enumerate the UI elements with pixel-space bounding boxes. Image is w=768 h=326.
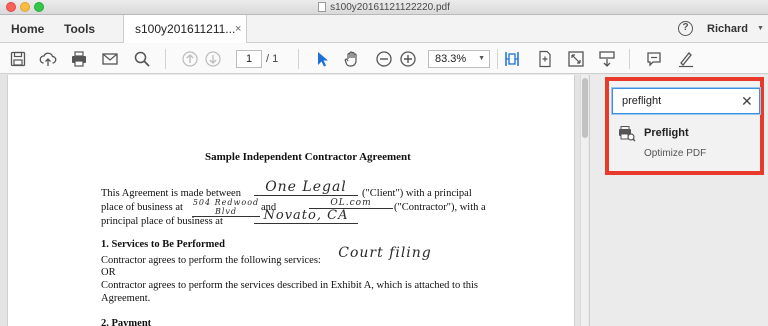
section-1-line-2: Contractor agrees to perform the service…	[101, 280, 479, 291]
toolbar-divider	[497, 49, 498, 69]
comment-icon[interactable]	[645, 50, 663, 68]
toolbar: 1 / 1 83.3% ▼	[0, 43, 768, 74]
sign-icon[interactable]	[677, 50, 695, 68]
save-icon[interactable]	[9, 50, 27, 68]
vertical-scrollbar[interactable]	[580, 75, 588, 326]
chevron-down-icon: ▼	[478, 55, 485, 62]
tab-bar: Home Tools s100y201611211... × ? Richard…	[0, 15, 768, 43]
handwritten-contractor-address: Novato, CA	[254, 208, 358, 224]
window-title-bar: s100y20161121122220.pdf	[0, 0, 768, 15]
preflight-tool-description: Optimize PDF	[644, 148, 707, 159]
handwritten-client-name: One Legal	[254, 179, 358, 196]
close-tab-icon[interactable]: ×	[235, 15, 241, 43]
hand-icon[interactable]	[343, 50, 361, 68]
tab-document[interactable]: s100y201611211... ×	[123, 15, 247, 43]
tool-search-value: preflight	[622, 95, 662, 107]
agreement-line-2a: place of business at	[101, 202, 183, 213]
pdf-file-icon	[318, 2, 327, 12]
section-1-line-1: Contractor agrees to perform the followi…	[101, 255, 321, 266]
zoom-out-icon[interactable]	[375, 50, 393, 68]
print-icon[interactable]	[70, 50, 88, 68]
toolbar-divider	[629, 49, 630, 69]
toolbar-divider	[298, 49, 299, 69]
email-icon[interactable]	[101, 50, 119, 68]
upload-icon[interactable]	[39, 50, 57, 68]
fit-page-icon[interactable]	[503, 50, 521, 68]
page-up-icon[interactable]	[181, 50, 199, 68]
preflight-icon[interactable]	[618, 126, 636, 142]
agreement-line-2b: ("Contractor"), with a	[394, 202, 486, 213]
agreement-line-3a: principal place of business at	[101, 216, 223, 227]
scrollbar-thumb[interactable]	[582, 78, 588, 138]
window-title: s100y20161121122220.pdf	[0, 0, 768, 15]
handwritten-client-address: 504 Redwood Blvd	[192, 198, 260, 217]
page-number-input[interactable]: 1	[236, 50, 262, 68]
toolbar-divider	[165, 49, 166, 69]
full-screen-icon[interactable]	[536, 50, 554, 68]
user-menu[interactable]: Richard	[707, 15, 748, 43]
zoom-level-value: 83.3%	[435, 53, 467, 65]
agreement-title: Sample Independent Contractor Agreement	[205, 151, 411, 163]
tab-tools[interactable]: Tools	[64, 15, 95, 43]
select-pointer-icon[interactable]	[314, 50, 332, 68]
section-1-or: OR	[101, 267, 116, 278]
tab-document-label: s100y201611211...	[135, 22, 236, 36]
chevron-down-icon[interactable]: ▼	[757, 15, 764, 43]
section-1-line-3: Agreement.	[101, 293, 151, 304]
window-title-text: s100y20161121122220.pdf	[330, 2, 450, 13]
page-total: / 1	[266, 53, 279, 65]
scroll-mode-icon[interactable]	[598, 50, 616, 68]
handwritten-services: Court filing	[338, 245, 432, 261]
tab-home[interactable]: Home	[11, 15, 44, 43]
pdf-page: Sample Independent Contractor Agreement …	[7, 75, 575, 326]
clear-search-icon[interactable]: ✕	[741, 89, 753, 113]
tool-search-input[interactable]: preflight ✕	[612, 88, 760, 114]
zoom-level-select[interactable]: 83.3% ▼	[428, 50, 490, 68]
expand-icon[interactable]	[567, 50, 585, 68]
help-icon[interactable]: ?	[678, 21, 693, 36]
document-viewport[interactable]: Sample Independent Contractor Agreement …	[0, 75, 588, 326]
section-2-heading: 2. Payment	[101, 318, 152, 326]
section-1-heading: 1. Services to Be Performed	[101, 239, 225, 250]
search-icon[interactable]	[133, 50, 151, 68]
preflight-tool-link[interactable]: Preflight	[644, 127, 689, 139]
page-down-icon[interactable]	[204, 50, 222, 68]
zoom-in-icon[interactable]	[399, 50, 417, 68]
